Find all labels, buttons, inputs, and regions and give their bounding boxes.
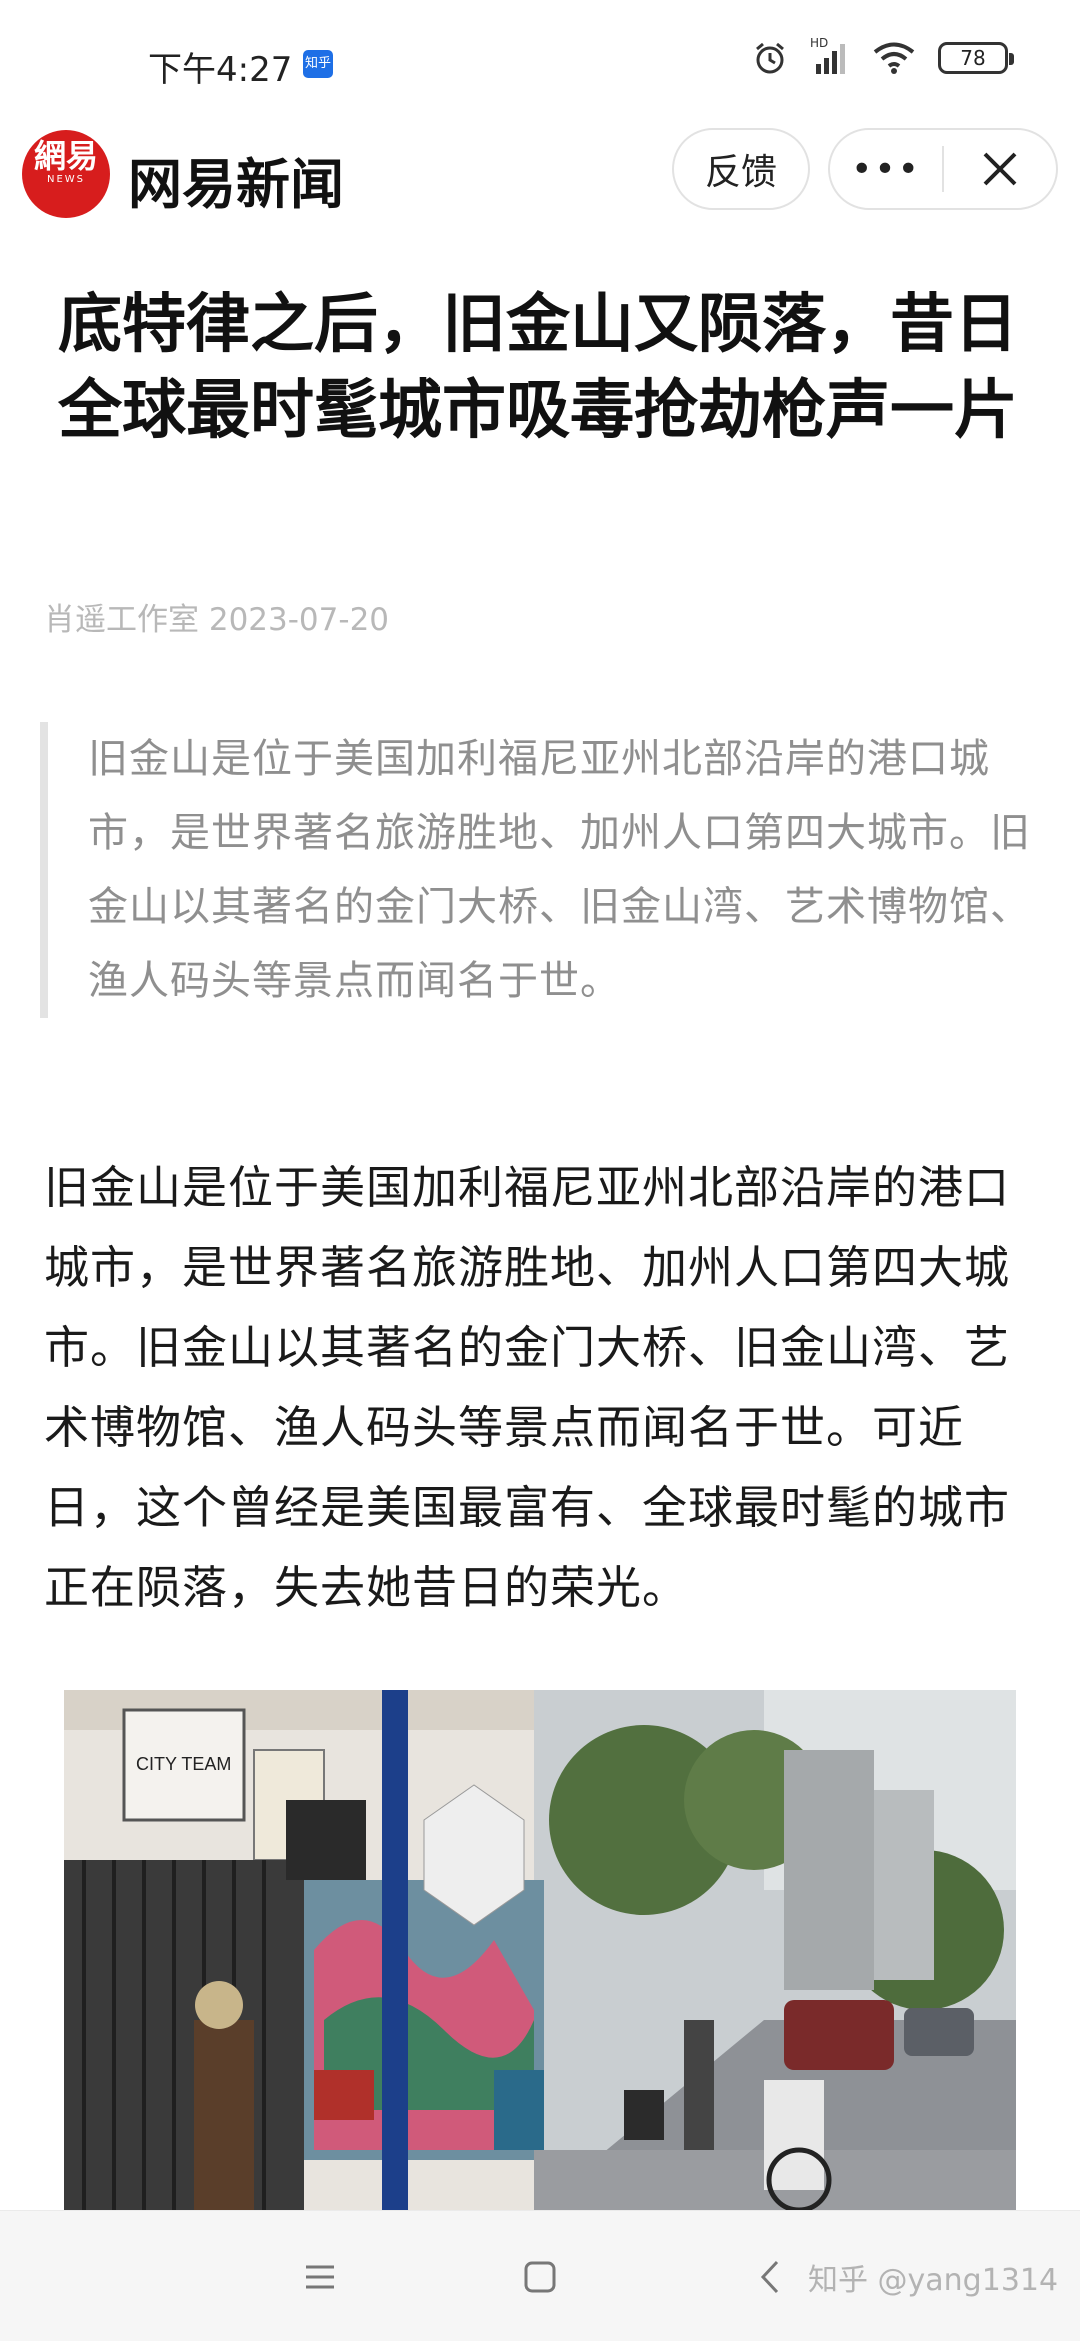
capsule-actions: •••	[828, 128, 1058, 210]
network-type-label: HD	[810, 36, 829, 50]
home-square-icon	[524, 2261, 556, 2293]
app-header: 網易 NEWS 网易新闻 反馈 •••	[0, 120, 1080, 230]
alarm-icon	[756, 42, 784, 74]
article-summary-quote: 旧金山是位于美国加利福尼亚州北部沿岸的港口城市，是世界著名旅游胜地、加州人口第四…	[40, 722, 1040, 1018]
wifi-icon	[873, 42, 915, 74]
zhihu-notification-icon: 知乎	[303, 50, 333, 78]
summary-text: 旧金山是位于美国加利福尼亚州北部沿岸的港口城市，是世界著名旅游胜地、加州人口第四…	[88, 736, 1031, 1004]
article-byline: 肖遥工作室 2023-07-20	[44, 602, 390, 638]
recent-apps-button[interactable]	[290, 2247, 350, 2307]
battery-icon: 78	[938, 42, 1014, 74]
feedback-button[interactable]: 反馈	[672, 128, 810, 210]
zhihu-watermark: 知乎 @yang1314	[808, 2263, 1059, 2298]
back-button[interactable]	[740, 2247, 800, 2307]
status-icons: HD 78	[752, 36, 1014, 76]
menu-icon	[306, 2265, 334, 2289]
article-title: 底特律之后，旧金山又陨落，昔日全球最时髦城市吸毒抢劫枪声一片	[58, 288, 1018, 448]
article-photo[interactable]: CITY TEAM	[64, 1690, 1016, 2210]
photo-sign-text: CITY TEAM	[136, 1754, 231, 1774]
status-time: 下午4:27	[148, 50, 293, 90]
status-bar: 下午4:27 知乎 HD 78	[0, 0, 1080, 120]
system-navigation-bar: 知乎 @yang1314	[0, 2210, 1080, 2341]
more-button[interactable]: •••	[830, 149, 942, 190]
close-button[interactable]	[944, 149, 1056, 189]
signal-icon: HD	[810, 36, 850, 76]
app-title: 网易新闻	[128, 153, 344, 216]
home-button[interactable]	[510, 2247, 570, 2307]
close-icon	[983, 152, 1017, 186]
street-scene-image: CITY TEAM	[64, 1690, 1016, 2210]
back-chevron-icon	[760, 2260, 779, 2294]
article-paragraph: 旧金山是位于美国加利福尼亚州北部沿岸的港口城市，是世界著名旅游胜地、加州人口第四…	[44, 1161, 1011, 1614]
netease-logo: 網易 NEWS	[22, 130, 110, 218]
